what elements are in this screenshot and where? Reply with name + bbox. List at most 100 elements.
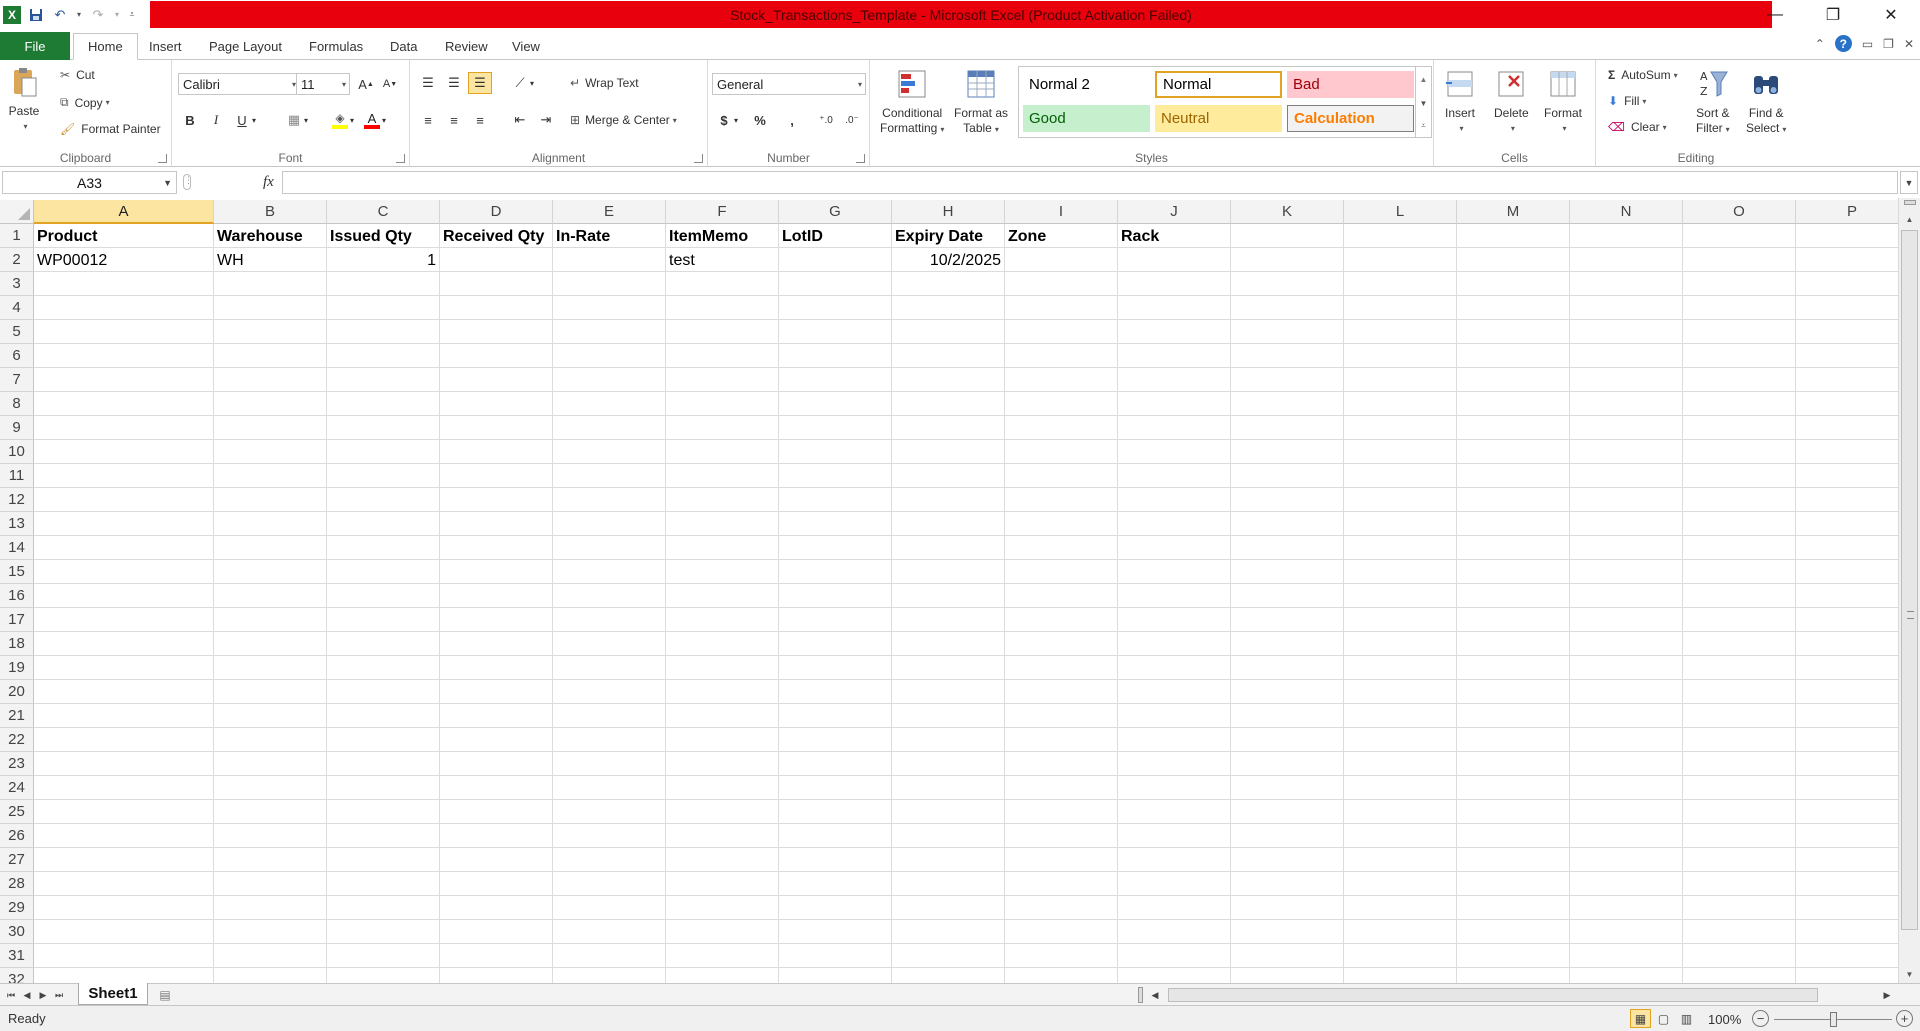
cell-h4[interactable]: [892, 296, 1005, 320]
cell-p6[interactable]: [1796, 344, 1898, 368]
cell-m31[interactable]: [1457, 944, 1570, 968]
cell-l30[interactable]: [1344, 920, 1457, 944]
cell-o8[interactable]: [1683, 392, 1796, 416]
cell-b15[interactable]: [214, 560, 327, 584]
cell-g4[interactable]: [779, 296, 892, 320]
row-header-12[interactable]: 12: [0, 488, 34, 512]
cell-n16[interactable]: [1570, 584, 1683, 608]
cell-p28[interactable]: [1796, 872, 1898, 896]
cell-i5[interactable]: [1005, 320, 1118, 344]
cell-c6[interactable]: [327, 344, 440, 368]
cell-k15[interactable]: [1231, 560, 1344, 584]
cell-c16[interactable]: [327, 584, 440, 608]
cell-h13[interactable]: [892, 512, 1005, 536]
cell-d30[interactable]: [440, 920, 553, 944]
increase-decimal-icon[interactable]: ⁺.0: [814, 109, 838, 131]
cell-m8[interactable]: [1457, 392, 1570, 416]
cell-b21[interactable]: [214, 704, 327, 728]
cell-k5[interactable]: [1231, 320, 1344, 344]
cell-b3[interactable]: [214, 272, 327, 296]
restore-icon[interactable]: ❐: [1804, 0, 1862, 29]
gallery-more-icon[interactable]: ⩡: [1416, 115, 1431, 137]
format-as-table-button[interactable]: Format as Table ▾: [954, 68, 1008, 137]
cell-h26[interactable]: [892, 824, 1005, 848]
cell-o11[interactable]: [1683, 464, 1796, 488]
cell-i1[interactable]: Zone: [1005, 224, 1118, 248]
cell-f2[interactable]: test: [666, 248, 779, 272]
tab-review[interactable]: Review: [431, 33, 502, 60]
cell-p16[interactable]: [1796, 584, 1898, 608]
bold-button[interactable]: B: [178, 109, 202, 131]
cell-i14[interactable]: [1005, 536, 1118, 560]
cell-n30[interactable]: [1570, 920, 1683, 944]
cell-p24[interactable]: [1796, 776, 1898, 800]
cell-k8[interactable]: [1231, 392, 1344, 416]
borders-dropdown-icon[interactable]: ▾: [300, 109, 312, 131]
cell-b29[interactable]: [214, 896, 327, 920]
cell-a11[interactable]: [34, 464, 214, 488]
cell-l31[interactable]: [1344, 944, 1457, 968]
cell-a4[interactable]: [34, 296, 214, 320]
cell-o10[interactable]: [1683, 440, 1796, 464]
cell-k27[interactable]: [1231, 848, 1344, 872]
cell-e11[interactable]: [553, 464, 666, 488]
insert-cells-button[interactable]: Insert ▾: [1444, 68, 1476, 136]
cell-h12[interactable]: [892, 488, 1005, 512]
cell-l1[interactable]: [1344, 224, 1457, 248]
cell-c26[interactable]: [327, 824, 440, 848]
cell-b13[interactable]: [214, 512, 327, 536]
cell-i32[interactable]: [1005, 968, 1118, 983]
insert-sheet-icon[interactable]: ▤: [154, 986, 176, 1004]
cell-m7[interactable]: [1457, 368, 1570, 392]
cell-a2[interactable]: WP00012: [34, 248, 214, 272]
cell-g18[interactable]: [779, 632, 892, 656]
cell-h17[interactable]: [892, 608, 1005, 632]
cell-d18[interactable]: [440, 632, 553, 656]
cell-o26[interactable]: [1683, 824, 1796, 848]
cell-d26[interactable]: [440, 824, 553, 848]
row-header-13[interactable]: 13: [0, 512, 34, 536]
cell-b30[interactable]: [214, 920, 327, 944]
number-format-combo[interactable]: General ▾: [712, 73, 866, 95]
cell-a23[interactable]: [34, 752, 214, 776]
cell-i23[interactable]: [1005, 752, 1118, 776]
undo-icon[interactable]: ↶: [51, 6, 69, 24]
next-sheet-icon[interactable]: ▶: [36, 986, 50, 1004]
row-header-7[interactable]: 7: [0, 368, 34, 392]
cell-m2[interactable]: [1457, 248, 1570, 272]
cell-a17[interactable]: [34, 608, 214, 632]
format-painter-button[interactable]: 🖌 Format Painter: [60, 122, 161, 136]
column-header-n[interactable]: N: [1570, 200, 1683, 224]
cell-j10[interactable]: [1118, 440, 1231, 464]
cell-g26[interactable]: [779, 824, 892, 848]
cell-g14[interactable]: [779, 536, 892, 560]
cell-h15[interactable]: [892, 560, 1005, 584]
cell-l23[interactable]: [1344, 752, 1457, 776]
cell-d11[interactable]: [440, 464, 553, 488]
cell-m6[interactable]: [1457, 344, 1570, 368]
cell-h29[interactable]: [892, 896, 1005, 920]
cell-b9[interactable]: [214, 416, 327, 440]
cell-n21[interactable]: [1570, 704, 1683, 728]
cell-b8[interactable]: [214, 392, 327, 416]
delete-cells-button[interactable]: Delete ▾: [1494, 68, 1529, 136]
cell-l22[interactable]: [1344, 728, 1457, 752]
row-header-26[interactable]: 26: [0, 824, 34, 848]
cell-m30[interactable]: [1457, 920, 1570, 944]
cell-m17[interactable]: [1457, 608, 1570, 632]
cell-b10[interactable]: [214, 440, 327, 464]
cell-g31[interactable]: [779, 944, 892, 968]
cell-n3[interactable]: [1570, 272, 1683, 296]
row-header-14[interactable]: 14: [0, 536, 34, 560]
cell-f5[interactable]: [666, 320, 779, 344]
row-header-11[interactable]: 11: [0, 464, 34, 488]
align-bottom-icon[interactable]: ☰: [468, 72, 492, 94]
cell-m19[interactable]: [1457, 656, 1570, 680]
cell-o30[interactable]: [1683, 920, 1796, 944]
delete-cells-dropdown-icon[interactable]: ▾: [1511, 121, 1515, 136]
cell-g2[interactable]: [779, 248, 892, 272]
cell-j26[interactable]: [1118, 824, 1231, 848]
cell-g23[interactable]: [779, 752, 892, 776]
cell-i10[interactable]: [1005, 440, 1118, 464]
cell-d7[interactable]: [440, 368, 553, 392]
